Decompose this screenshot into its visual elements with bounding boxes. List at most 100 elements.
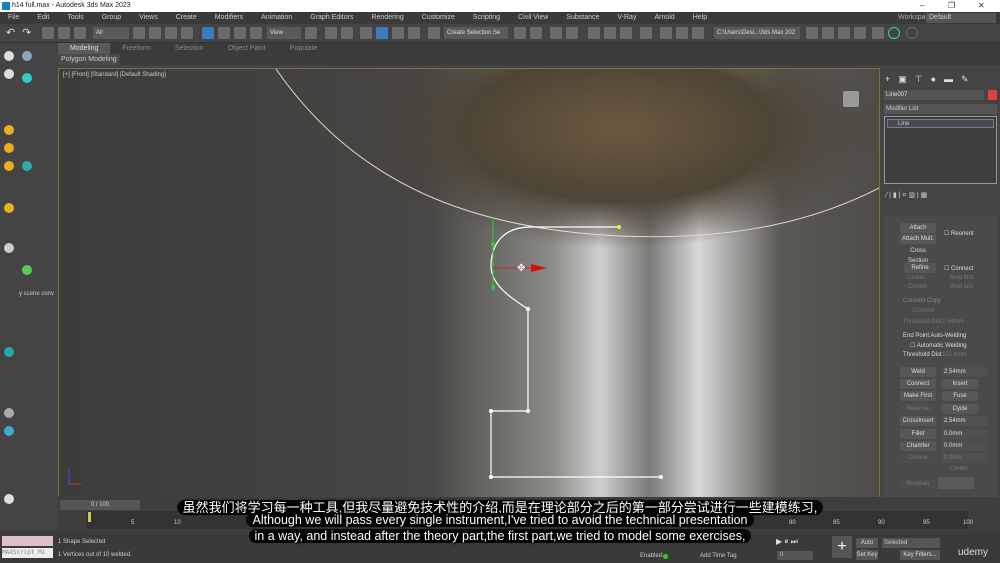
menu-scripting[interactable]: Scripting <box>473 14 500 21</box>
project-folder-icon[interactable] <box>854 27 866 39</box>
render-setup-icon[interactable] <box>660 27 672 39</box>
vertex[interactable] <box>526 409 530 413</box>
fuse-button[interactable]: Fuse <box>942 391 978 401</box>
maxscript-mini-listener[interactable]: MAXScript Mi <box>2 548 53 558</box>
menu-animation[interactable]: Animation <box>261 14 292 21</box>
undo-icon[interactable]: ↶ <box>6 27 18 39</box>
menu-rendering[interactable]: Rendering <box>371 14 403 21</box>
project-icon[interactable] <box>806 27 818 39</box>
palette-icon[interactable] <box>4 426 14 436</box>
tab-selection[interactable]: Selection <box>163 43 216 54</box>
stack-item-line[interactable]: Line <box>887 119 994 128</box>
menu-civil-view[interactable]: Civil View <box>518 14 548 21</box>
curve-editor-icon[interactable] <box>604 27 616 39</box>
save-icon[interactable] <box>872 27 884 39</box>
reverse-button[interactable]: Reverse <box>900 404 936 414</box>
spinner-snap-icon[interactable] <box>408 27 420 39</box>
outline-button[interactable]: Outline <box>900 453 936 463</box>
chamfer-button[interactable]: Chamfer <box>900 441 936 451</box>
sunlight-icon[interactable] <box>4 203 14 213</box>
link-icon[interactable] <box>42 27 54 39</box>
scene-explorer-icon[interactable] <box>550 27 562 39</box>
shapes-icon[interactable] <box>22 51 32 61</box>
gizmo-x-axis[interactable] <box>531 264 547 272</box>
object-name-field[interactable]: Line007 <box>884 90 984 100</box>
angle-snap-icon[interactable] <box>376 27 388 39</box>
boolean-ops-icons[interactable] <box>938 477 974 489</box>
weld-button[interactable]: Weld <box>900 367 936 377</box>
tab-populate[interactable]: Populate <box>278 43 330 54</box>
unlink-icon[interactable] <box>58 27 70 39</box>
polygon-modeling-button[interactable]: Polygon Modeling <box>58 54 120 65</box>
menu-tools[interactable]: Tools <box>67 14 83 21</box>
minimize-button[interactable]: – <box>920 0 924 12</box>
bind-first-checkbox[interactable]: Bind first <box>950 275 973 281</box>
fire-icon[interactable] <box>4 347 14 357</box>
box-icon[interactable] <box>4 243 14 253</box>
refine-button[interactable]: Refine <box>904 263 936 273</box>
center-checkbox[interactable]: Center <box>950 466 968 472</box>
modifier-list-dropdown[interactable]: Modifier List <box>884 104 997 114</box>
front-viewport[interactable]: [+] [Front] [Standard] [Default Shading]… <box>58 68 880 498</box>
snaps-toggle-icon[interactable] <box>360 27 372 39</box>
vertex[interactable] <box>617 225 621 229</box>
select-object-icon[interactable] <box>133 27 145 39</box>
tab-freeform[interactable]: Freeform <box>110 43 162 54</box>
menu-graph-editors[interactable]: Graph Editors <box>310 14 353 21</box>
select-by-name-icon[interactable] <box>149 27 161 39</box>
menu-views[interactable]: Views <box>139 14 158 21</box>
light-icon[interactable] <box>22 73 32 83</box>
keyboard-shortcut-icon[interactable] <box>341 27 353 39</box>
rotate-icon[interactable] <box>218 27 230 39</box>
fillet-spinner[interactable]: 0.0mm <box>942 429 988 439</box>
object-color-swatch[interactable] <box>988 90 997 100</box>
menu-substance[interactable]: Substance <box>566 14 599 21</box>
placement-icon[interactable] <box>250 27 262 39</box>
move-icon[interactable] <box>202 27 214 39</box>
crossinsert-spinner[interactable]: 2.54mm <box>942 416 988 426</box>
scale-icon[interactable] <box>234 27 246 39</box>
edit-named-selection-icon[interactable] <box>428 27 440 39</box>
layer-explorer-icon[interactable] <box>566 27 578 39</box>
collapse-icon[interactable] <box>22 265 32 275</box>
pivot-icon[interactable] <box>305 27 317 39</box>
close-button[interactable]: ✕ <box>978 0 985 12</box>
tab-modeling[interactable]: Modeling <box>58 43 111 54</box>
add-time-tag-button[interactable]: Add Time Tag <box>700 553 737 559</box>
align-icon[interactable] <box>530 27 542 39</box>
check-icon[interactable] <box>888 27 900 39</box>
crossinsert-button[interactable]: CrossInsert <box>900 416 936 426</box>
menu-customize[interactable]: Customize <box>422 14 455 21</box>
material-editor-icon[interactable] <box>640 27 652 39</box>
menu-modifiers[interactable]: Modifiers <box>215 14 243 21</box>
bind-last-checkbox[interactable]: Bind last <box>950 284 973 290</box>
set-key-button[interactable]: Set Key <box>856 550 878 560</box>
vertex[interactable] <box>659 475 663 479</box>
schematic-view-icon[interactable] <box>620 27 632 39</box>
rect-selection-icon[interactable] <box>165 27 177 39</box>
weld-spinner[interactable]: 2.54mm <box>942 367 988 377</box>
attach-mult-button[interactable]: Attach Mult. <box>900 234 936 244</box>
sun-icon[interactable] <box>4 161 14 171</box>
linear-checkbox[interactable]: Linear <box>908 275 925 281</box>
command-panel-tabs[interactable]: +▣⊤●▬✎ <box>885 74 995 84</box>
stack-tools[interactable]: ⁄ | ▮ | ⌗ ▥ | ▦ <box>886 191 927 200</box>
render-icon[interactable] <box>692 27 704 39</box>
auto-weld-checkbox[interactable]: ☐ Automatic Welding <box>910 342 967 349</box>
reorient-checkbox[interactable]: ☐ Reorient <box>944 230 974 237</box>
key-filters-button[interactable]: Key Filters... <box>900 550 940 560</box>
project-path-dropdown[interactable]: C:\Users\Desi...\3ds Max 202 <box>714 27 800 39</box>
rendered-frame-icon[interactable] <box>676 27 688 39</box>
set-project-icon[interactable] <box>838 27 850 39</box>
make-first-button[interactable]: Make First <box>900 391 936 401</box>
maximize-button[interactable]: ❐ <box>948 0 955 12</box>
dome-light-icon[interactable] <box>4 143 14 153</box>
threshold-spinner[interactable]: 2.54mm <box>942 319 964 325</box>
workspaces-dropdown[interactable]: Default <box>926 13 996 23</box>
vertex[interactable] <box>526 307 530 311</box>
closed-checkbox[interactable]: Closed <box>908 284 927 290</box>
current-frame-field[interactable]: 0 <box>777 551 813 560</box>
menu-file[interactable]: File <box>8 14 19 21</box>
ribbon-toggle-icon[interactable] <box>588 27 600 39</box>
connect-checkbox[interactable]: ☐ Connect <box>944 265 973 272</box>
